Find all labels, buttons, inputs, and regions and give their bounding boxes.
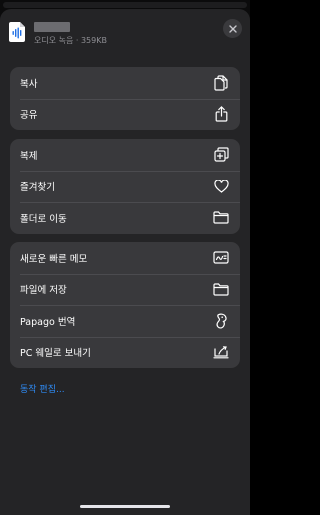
- heart-icon: [212, 177, 230, 195]
- background-app-bar: [3, 2, 247, 8]
- quick-note-label: 새로운 빠른 메모: [20, 253, 88, 265]
- duplicate-icon: [212, 146, 230, 164]
- duplicate-label: 복제: [20, 150, 38, 162]
- whale-pc-icon: [212, 343, 230, 361]
- favorite-action[interactable]: 즐겨찾기: [10, 170, 240, 203]
- duplicate-action[interactable]: 복제: [10, 139, 240, 171]
- papago-icon: [212, 312, 230, 330]
- folder-icon: [212, 280, 230, 298]
- quick-note-action[interactable]: 새로운 빠른 메모: [10, 242, 240, 274]
- share-icon: [212, 105, 230, 123]
- papago-translate-label: Papago 번역: [20, 316, 76, 328]
- send-to-whale-pc-action[interactable]: PC 웨일로 보내기: [10, 336, 240, 369]
- papago-translate-action[interactable]: Papago 번역: [10, 305, 240, 337]
- edit-actions-link[interactable]: 동작 편집...: [20, 382, 65, 395]
- close-button[interactable]: [223, 19, 242, 38]
- share-action[interactable]: 공유: [10, 98, 240, 131]
- sheet-header: 오디오 녹음 · 359KB: [0, 9, 250, 57]
- move-to-folder-label: 폴더로 이동: [20, 213, 67, 225]
- share-label: 공유: [20, 110, 38, 122]
- share-sheet: 오디오 녹음 · 359KB 복사 공유 복제 즐겨찾기 폴더로 이동 새로운 …: [0, 9, 250, 515]
- quick-note-icon: [212, 249, 230, 267]
- save-to-files-action[interactable]: 파일에 저장: [10, 273, 240, 306]
- favorite-label: 즐겨찾기: [20, 182, 55, 194]
- home-indicator: [80, 505, 170, 508]
- file-name-redacted: [34, 22, 70, 32]
- audio-file-icon: [9, 22, 26, 42]
- file-meta: 오디오 녹음 · 359KB: [34, 36, 107, 45]
- action-group-1: 복사 공유: [10, 67, 240, 130]
- copy-action[interactable]: 복사: [10, 67, 240, 99]
- close-icon: [228, 24, 237, 33]
- copy-label: 복사: [20, 78, 38, 90]
- save-to-files-label: 파일에 저장: [20, 285, 67, 297]
- send-to-whale-pc-label: PC 웨일로 보내기: [20, 348, 91, 360]
- folder-icon: [212, 209, 230, 227]
- move-to-folder-action[interactable]: 폴더로 이동: [10, 202, 240, 234]
- action-group-2: 복제 즐겨찾기 폴더로 이동: [10, 139, 240, 234]
- action-group-3: 새로운 빠른 메모 파일에 저장 Papago 번역 PC 웨일로 보내기: [10, 242, 240, 368]
- copy-icon: [212, 74, 230, 92]
